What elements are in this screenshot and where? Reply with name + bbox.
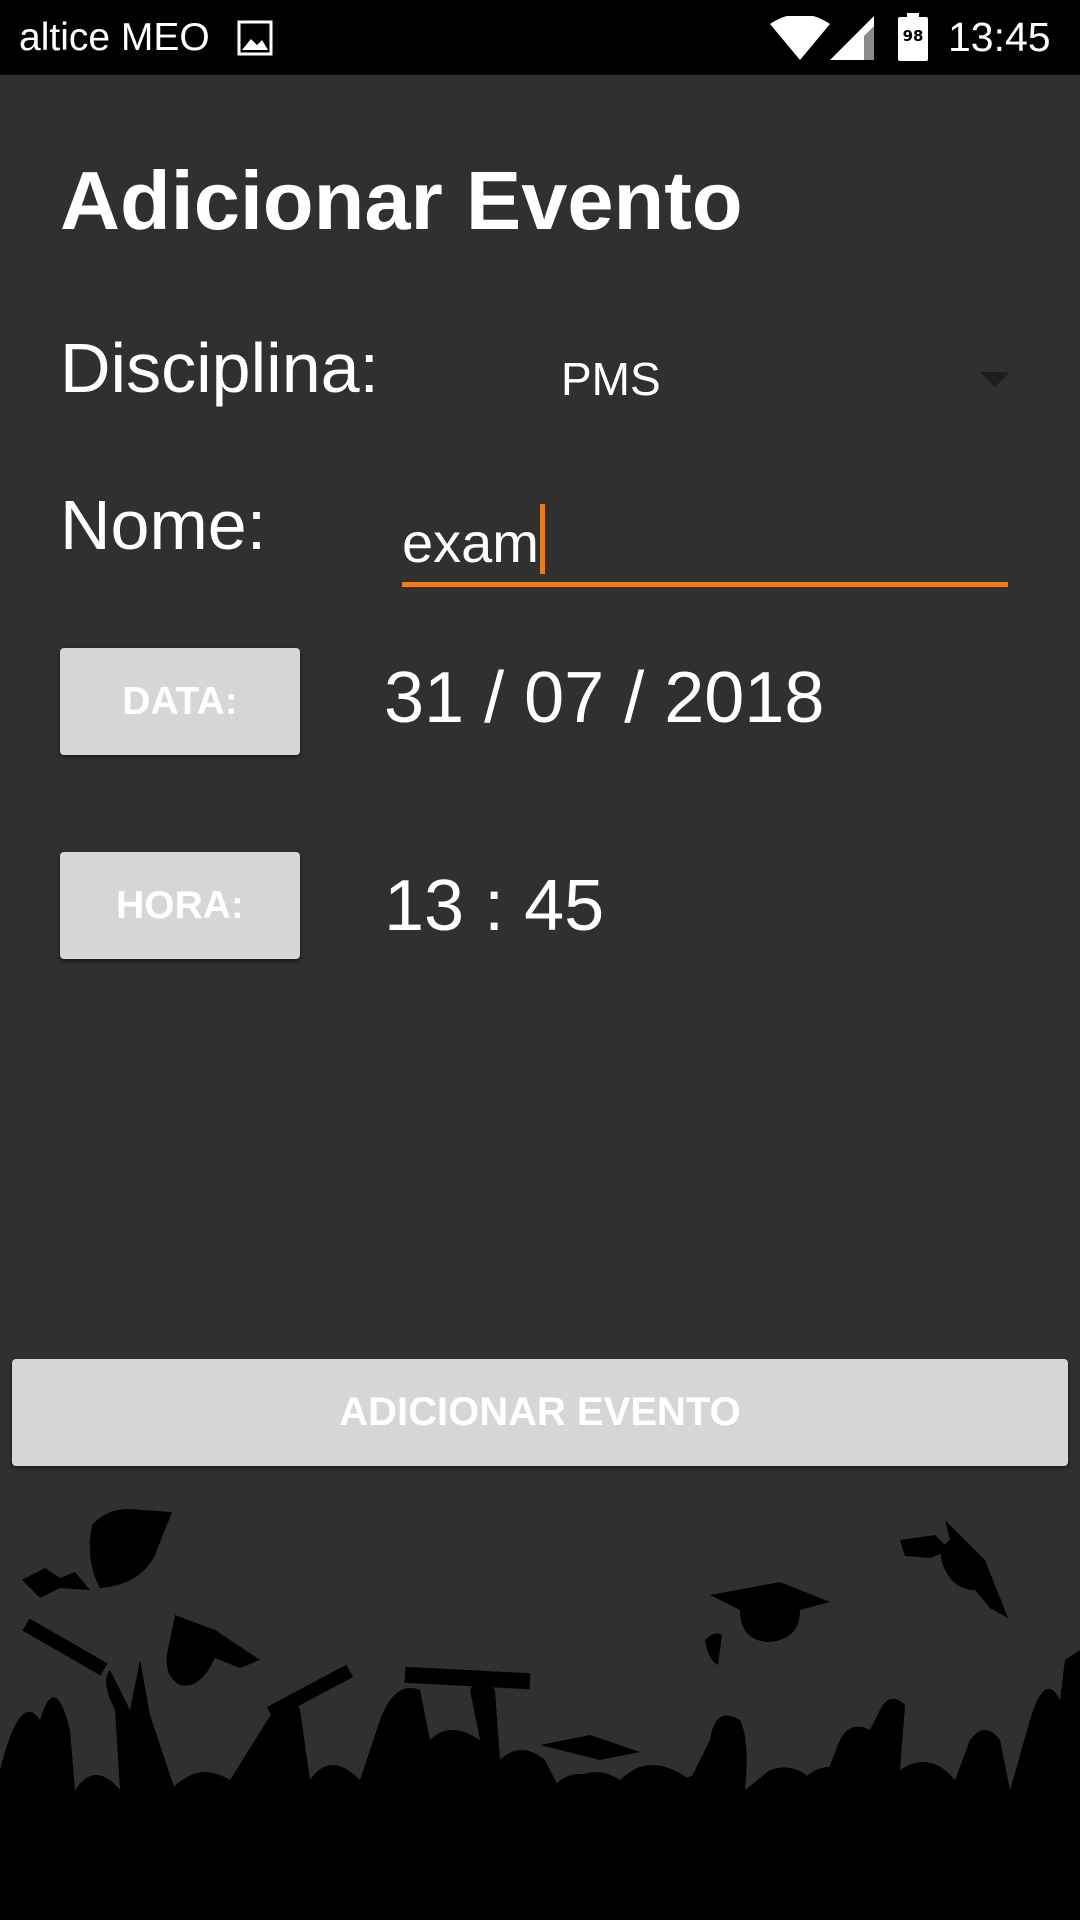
battery-level-text: 98 [902, 27, 924, 45]
disciplina-selected-value: PMS [561, 353, 661, 405]
graduation-silhouette-image [0, 1509, 1080, 1920]
text-cursor [539, 504, 545, 574]
date-picker-button[interactable]: DATA: [60, 648, 300, 755]
status-clock: 13:45 [948, 14, 1051, 60]
status-bar: altice MEO 98 13:45 [0, 0, 1080, 75]
wifi-icon [770, 16, 830, 60]
nome-input-text: exam [402, 511, 539, 574]
dropdown-arrow-icon [980, 372, 1010, 387]
selected-date: 31 / 07 / 2018 [384, 658, 825, 738]
nome-label: Nome: [60, 486, 267, 564]
carrier-name: altice MEO [19, 16, 210, 59]
selected-time: 13 : 45 [384, 866, 605, 946]
add-event-button[interactable]: ADICIONAR EVENTO [12, 1359, 1068, 1466]
disciplina-spinner[interactable]: PMS [540, 340, 1010, 420]
time-picker-button[interactable]: HORA: [60, 852, 300, 959]
signal-icon [830, 16, 874, 60]
disciplina-label: Disciplina: [60, 329, 379, 407]
nome-input[interactable]: exam [402, 490, 1008, 587]
page-title: Adicionar Evento [60, 154, 743, 247]
battery-icon: 98 [898, 13, 928, 61]
nome-input-value: exam [402, 504, 545, 575]
gallery-icon [237, 20, 273, 56]
